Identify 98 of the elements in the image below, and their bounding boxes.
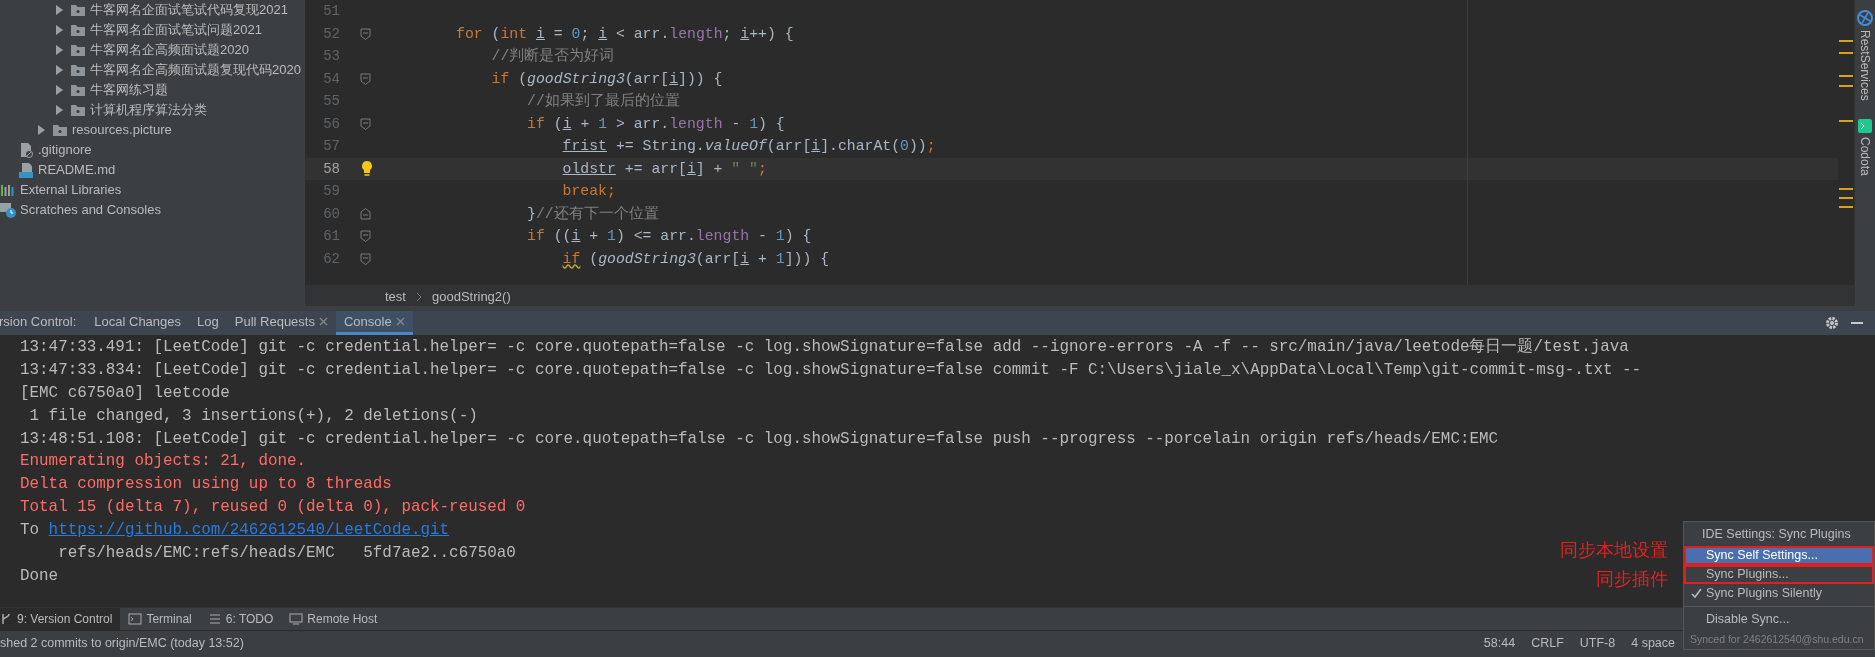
line-number: 54 bbox=[322, 69, 341, 89]
console-line: 13:47:33.834: [LeetCode] git -c credential.helper= -c core.quotepath=false -c log.showSignature=false commit -F C:\Users\jiale_x\AppData\Local\Temp\git-commit-msg-.txt -- bbox=[20, 359, 1642, 381]
folder-icon bbox=[70, 102, 86, 118]
menu-item[interactable]: Sync Self Settings... bbox=[1684, 546, 1874, 565]
console-line: 13:48:51.108: [LeetCode] git -c credential.helper= -c core.quotepath=false -c log.showSignature=false push --progress --porcelain origin refs/heads/EMC:EMC bbox=[20, 428, 1499, 450]
breadcrumb-item[interactable]: test bbox=[385, 286, 406, 306]
tree-item[interactable]: 计算机程序算法分类 bbox=[0, 100, 305, 120]
status-item[interactable]: UTF-8 bbox=[1579, 631, 1616, 657]
fold-icon[interactable] bbox=[360, 117, 371, 130]
tool-window-tab[interactable]: Log bbox=[189, 311, 227, 335]
annotation-text: 同步插件 bbox=[1595, 568, 1668, 590]
code-line: if (goodString3(arr[i + 1])) { bbox=[561, 249, 830, 269]
tree-item[interactable]: 牛客网名企高频面试题2020 bbox=[0, 40, 305, 60]
line-number: 59 bbox=[322, 182, 341, 201]
list-icon bbox=[207, 612, 222, 626]
side-tool-tab[interactable]: Codota bbox=[1856, 132, 1874, 180]
fold-icon[interactable] bbox=[360, 27, 371, 40]
folder-icon bbox=[70, 42, 86, 58]
console-line: Enumerating objects: 21, done. bbox=[20, 451, 307, 473]
close-icon[interactable] bbox=[395, 317, 405, 326]
folder-icon bbox=[52, 122, 68, 138]
console-line: Total 15 (delta 7), reused 0 (delta 0), pack-reused 0 bbox=[20, 497, 526, 519]
menu-title: IDE Settings: Sync Plugins bbox=[1701, 526, 1852, 543]
tree-item[interactable]: .gitignore bbox=[0, 140, 305, 160]
console-line: To https://github.com/2462612540/LeetCode.git bbox=[20, 520, 450, 542]
tree-item[interactable]: README.md bbox=[0, 160, 305, 180]
libraries-icon bbox=[0, 182, 16, 198]
globe-icon[interactable] bbox=[1857, 10, 1873, 26]
tool-window-tab[interactable]: Console bbox=[335, 311, 413, 335]
code-line: //如果到了最后的位置 bbox=[526, 91, 680, 111]
fold-icon[interactable] bbox=[360, 207, 371, 220]
line-number: 58 bbox=[322, 159, 341, 179]
console-line: 13:47:33.491: [LeetCode] git -c credential.helper= -c core.quotepath=false -c log.showSignature=false add --ignore-errors -A -f -- src/main/java/leetode每日一题/test.java bbox=[20, 337, 1629, 358]
fold-icon[interactable] bbox=[360, 252, 371, 265]
console-line: 1 file changed, 3 insertions(+), 2 deletions(-) bbox=[28, 405, 478, 427]
tool-window-tab[interactable]: Local Changes bbox=[86, 311, 190, 335]
code-line: }//还有下一个位置 bbox=[526, 204, 659, 224]
fold-icon[interactable] bbox=[360, 230, 371, 243]
tree-item[interactable]: Scratches and Consoles bbox=[0, 200, 305, 220]
file-icon bbox=[18, 142, 34, 158]
status-item[interactable]: 58:44 bbox=[1483, 631, 1516, 657]
scratches-icon bbox=[0, 202, 16, 218]
terminal-icon bbox=[128, 612, 143, 626]
line-number: 53 bbox=[322, 47, 341, 66]
tree-item[interactable]: 牛客网名企面试笔试问题2021 bbox=[0, 20, 305, 40]
monitor-icon bbox=[289, 612, 304, 626]
tool-tab[interactable]: 9: Version Control bbox=[0, 608, 121, 630]
close-icon[interactable] bbox=[318, 317, 328, 326]
tree-item[interactable]: 牛客网名企面试笔试代码复现2021 bbox=[0, 0, 305, 20]
tool-tab[interactable]: Remote Host bbox=[281, 608, 386, 630]
menu-item[interactable]: Sync Plugins Silently bbox=[1684, 584, 1874, 603]
tree-item[interactable]: 牛客网名企高频面试题复现代码2020 bbox=[0, 60, 305, 80]
console-line: Done bbox=[20, 565, 59, 587]
tree-item[interactable]: 牛客网练习题 bbox=[0, 80, 305, 100]
status-item[interactable]: 4 space bbox=[1631, 631, 1675, 657]
code-line: if (i + 1 > arr.length - 1) { bbox=[526, 114, 785, 134]
status-message: shed 2 commits to origin/EMC (today 13:52) bbox=[0, 635, 245, 652]
line-number: 57 bbox=[322, 137, 341, 156]
code-line: //判断是否为好词 bbox=[490, 46, 615, 66]
tree-item[interactable]: External Libraries bbox=[0, 180, 305, 200]
markdown-file-icon bbox=[18, 162, 34, 178]
status-item[interactable]: CRLF bbox=[1531, 631, 1564, 657]
fold-icon[interactable] bbox=[360, 72, 371, 85]
code-line: frist += String.valueOf(arr[i].charAt(0)); bbox=[561, 137, 936, 156]
tool-window-title: rsion Control: bbox=[0, 312, 78, 331]
folder-icon bbox=[70, 82, 86, 98]
line-number: 52 bbox=[322, 24, 341, 44]
annotation-text: 同步本地设置 bbox=[1559, 539, 1668, 561]
breadcrumb-item[interactable]: goodString2() bbox=[431, 286, 511, 306]
line-number: 55 bbox=[322, 92, 341, 111]
branch-icon bbox=[0, 612, 13, 626]
tool-tab[interactable]: 6: TODO bbox=[199, 608, 282, 630]
lightbulb-icon[interactable] bbox=[360, 159, 374, 178]
console-line: Delta compression using up to 8 threads bbox=[20, 474, 392, 496]
tree-item[interactable]: resources.picture bbox=[0, 120, 305, 140]
folder-icon bbox=[70, 22, 86, 38]
line-number: 62 bbox=[322, 249, 341, 269]
line-number: 56 bbox=[322, 114, 341, 134]
tool-tab[interactable]: Terminal bbox=[120, 608, 200, 630]
folder-icon bbox=[70, 62, 86, 78]
tool-window-tab[interactable]: Pull Requests bbox=[226, 311, 336, 335]
line-number: 60 bbox=[322, 204, 341, 224]
menu-footer: Synced for 2462612540@shu.edu.cn bbox=[1684, 629, 1874, 649]
settings-icon[interactable] bbox=[1825, 316, 1839, 330]
chevron-icon bbox=[415, 292, 422, 302]
menu-item[interactable]: Disable Sync... bbox=[1684, 610, 1874, 629]
link[interactable]: https://github.com/2462612540/LeetCode.git bbox=[48, 521, 450, 540]
console-line: refs/heads/EMC:refs/heads/EMC 5fd7ae2..c6750a0 bbox=[57, 543, 516, 564]
line-number: 51 bbox=[322, 2, 341, 21]
code-line: if (goodString3(arr[i])) { bbox=[490, 69, 723, 89]
code-line: if ((i + 1) <= arr.length - 1) { bbox=[526, 227, 812, 246]
line-number: 61 bbox=[322, 227, 341, 246]
side-tool-tab[interactable]: RestServices bbox=[1856, 26, 1874, 105]
console-line: [EMC c6750a0] leetcode bbox=[20, 382, 230, 404]
menu-item[interactable]: Sync Plugins... bbox=[1684, 565, 1874, 584]
code-line: oldstr += arr[i] + " "; bbox=[561, 159, 767, 179]
code-line: for (int i = 0; i < arr.length; i++) { bbox=[455, 24, 794, 44]
code-line: break; bbox=[561, 182, 616, 201]
